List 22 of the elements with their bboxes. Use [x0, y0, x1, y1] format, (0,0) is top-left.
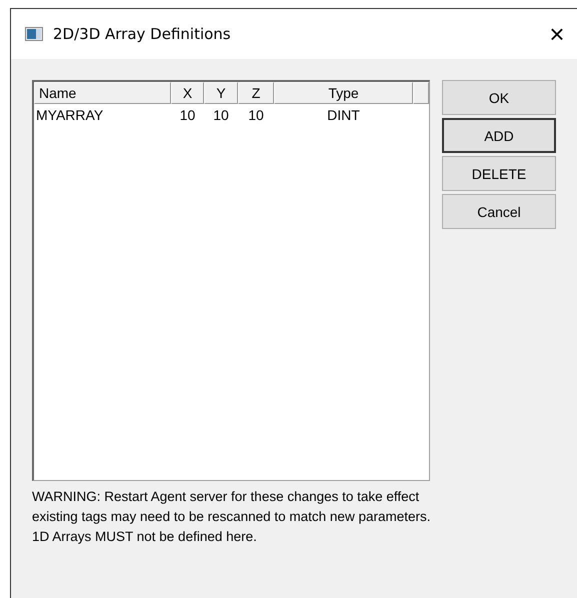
warning-text: 1D Arrays MUST not be defined here. — [32, 528, 258, 546]
window-title: 2D/3D Array Definitions — [53, 25, 232, 43]
column-header[interactable]: Y — [204, 82, 238, 104]
array-list[interactable]: Name X Y Z Type MYARRAY 10 10 10 DINT — [32, 80, 430, 481]
column-header[interactable]: Z — [238, 82, 274, 104]
empty-column-header — [413, 82, 429, 104]
table-cell-text: MYARRAY — [35, 106, 104, 125]
warning-text: WARNING: Restart Agent server for these changes to take effect — [32, 488, 420, 506]
column-header[interactable]: Type — [274, 82, 413, 104]
dialog-button[interactable]: OK — [442, 80, 556, 115]
dialog-button[interactable]: Cancel — [442, 194, 556, 229]
app-icon — [25, 27, 43, 41]
table-cell-text: 10 — [247, 106, 265, 125]
dialog-button[interactable]: ADD — [442, 118, 556, 153]
column-header[interactable]: Name — [34, 82, 171, 104]
table-cell-text: 10 — [178, 106, 196, 125]
close-button[interactable]: × — [537, 18, 577, 50]
table-cell-text: 10 — [212, 106, 230, 125]
dialog-button[interactable]: DELETE — [442, 156, 556, 191]
column-header[interactable]: X — [171, 82, 204, 104]
warning-text: existing tags may need to be rescanned to match new parameters. — [32, 508, 432, 526]
table-cell-text: DINT — [326, 106, 361, 125]
